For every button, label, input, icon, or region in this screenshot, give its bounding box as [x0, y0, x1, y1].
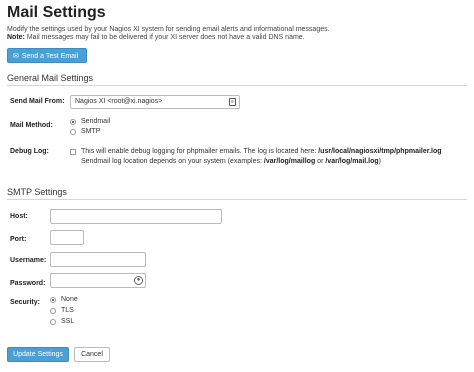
security-tls-radio[interactable]	[50, 308, 56, 314]
password-input[interactable]: ●	[50, 273, 146, 288]
note-text: Mail messages may fail to be delivered i…	[24, 34, 305, 41]
mail-method-smtp-radio[interactable]	[70, 129, 76, 135]
mail-method-smtp-label: SMTP	[81, 128, 101, 135]
port-label: Port:	[10, 236, 27, 243]
security-tls-label: TLS	[61, 307, 74, 314]
note-label: Note:	[7, 34, 25, 41]
update-settings-button[interactable]: Update Settings	[7, 347, 69, 362]
send-mail-from-input[interactable]: Nagios XI <root@xi.nagios> ≡	[70, 95, 240, 109]
page-title: Mail Settings	[7, 4, 106, 21]
username-label: Username:	[10, 257, 47, 264]
page-note: Note: Mail messages may fail to be deliv…	[7, 33, 305, 42]
maillog-path: /var/log/maillog	[263, 158, 316, 165]
general-section-title: General Mail Settings	[7, 73, 94, 83]
send-test-email-button[interactable]: ✉ Send a Test Email	[7, 48, 87, 63]
send-mail-from-value: Nagios XI <root@xi.nagios>	[75, 98, 163, 105]
show-password-icon[interactable]: ●	[134, 276, 143, 285]
mail-method-sendmail-radio[interactable]	[70, 119, 76, 125]
debug-log-path: /usr/local/nagiosxi/tmp/phpmailer.log	[318, 148, 442, 155]
mail-log-path: /var/log/mail.log	[325, 158, 379, 165]
mail-method-label: Mail Method:	[10, 122, 53, 129]
host-input[interactable]	[50, 209, 222, 224]
contact-card-icon[interactable]: ≡	[229, 98, 236, 106]
debug-log-label: Debug Log:	[10, 148, 49, 155]
security-ssl-label: SSL	[61, 318, 75, 325]
debug-log-checkbox[interactable]	[70, 149, 76, 155]
envelope-icon: ✉	[13, 53, 19, 60]
security-none-label: None	[61, 296, 78, 303]
send-mail-from-label: Send Mail From:	[10, 98, 65, 105]
debug-line2-end: )	[378, 158, 381, 165]
smtp-section-title: SMTP Settings	[7, 187, 67, 197]
username-input[interactable]	[50, 252, 146, 267]
cancel-button[interactable]: Cancel	[74, 347, 110, 362]
security-none-radio[interactable]	[50, 297, 56, 303]
security-label: Security:	[10, 299, 40, 306]
sendmail-log-description: Sendmail log location depends on your sy…	[81, 158, 381, 165]
mail-method-sendmail-label: Sendmail	[81, 118, 111, 125]
smtp-section-divider	[7, 199, 467, 200]
port-input[interactable]	[50, 230, 84, 245]
general-section-divider	[7, 85, 467, 86]
debug-line1-text: This will enable debug logging for phpma…	[81, 148, 319, 155]
host-label: Host:	[10, 213, 28, 220]
debug-line2-text: Sendmail log location depends on your sy…	[81, 158, 264, 165]
send-test-email-label: Send a Test Email	[21, 53, 79, 60]
password-label: Password:	[10, 280, 46, 287]
security-ssl-radio[interactable]	[50, 319, 56, 325]
debug-line2-or: or	[315, 158, 326, 165]
debug-log-description: This will enable debug logging for phpma…	[81, 148, 442, 155]
